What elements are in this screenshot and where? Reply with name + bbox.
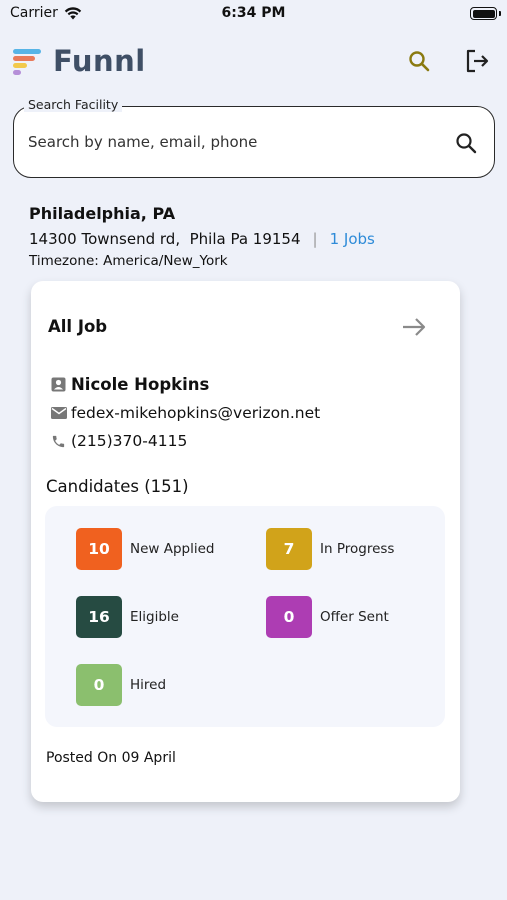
status-bar: Carrier 6:34 PM — [0, 0, 507, 28]
stat-in-progress[interactable]: 7 In Progress — [266, 528, 394, 570]
facility-info: Philadelphia, PA 14300 Townsend rd, Phil… — [29, 204, 375, 269]
stat-offer-sent[interactable]: 0 Offer Sent — [266, 596, 389, 638]
contact-card-icon — [51, 377, 71, 393]
phone-icon — [51, 433, 71, 449]
stat-count-badge: 0 — [76, 664, 122, 706]
contact-email[interactable]: fedex-mikehopkins@verizon.net — [71, 404, 320, 422]
jobs-link[interactable]: 1 Jobs — [330, 230, 375, 248]
contact-name-row: Nicole Hopkins — [51, 375, 209, 394]
stat-label: Offer Sent — [320, 609, 389, 625]
app-name: Funnl — [53, 44, 146, 78]
stat-label: Hired — [130, 677, 167, 693]
open-job-button[interactable] — [400, 315, 428, 339]
search-icon — [456, 133, 477, 154]
stat-count-badge: 10 — [76, 528, 122, 570]
logout-icon — [466, 49, 489, 73]
status-time: 6:34 PM — [221, 5, 286, 21]
search-facility-field: Search Facility — [13, 97, 495, 178]
stat-eligible[interactable]: 16 Eligible — [76, 596, 179, 638]
candidates-label: Candidates (151) — [46, 477, 189, 496]
stat-count-badge: 7 — [266, 528, 312, 570]
app-logo: Funnl — [13, 44, 146, 78]
battery-icon — [470, 7, 497, 20]
stat-count-badge: 16 — [76, 596, 122, 638]
job-card[interactable]: All Job Nicole Hopkins fedex-mikehopkins… — [31, 281, 460, 802]
contact-email-row: fedex-mikehopkins@verizon.net — [51, 404, 320, 422]
contact-phone[interactable]: (215)370-4115 — [71, 432, 187, 450]
facility-address: 14300 Townsend rd, Phila Pa 19154 — [29, 230, 301, 248]
stat-label: In Progress — [320, 541, 395, 557]
search-submit-button[interactable] — [452, 129, 480, 157]
contact-phone-row: (215)370-4115 — [51, 432, 187, 450]
facility-timezone: Timezone: America/New_York — [29, 253, 228, 269]
search-legend: Search Facility — [24, 97, 123, 112]
posted-date: Posted On 09 April — [46, 750, 176, 766]
facility-name: Philadelphia, PA — [29, 204, 176, 223]
stat-count-badge: 0 — [266, 596, 312, 638]
search-icon — [409, 51, 430, 72]
candidate-stats-panel: 10 New Applied 7 In Progress 16 Eligible… — [45, 506, 445, 727]
email-icon — [51, 405, 71, 421]
header-search-button[interactable] — [404, 46, 434, 76]
stat-new-applied[interactable]: 10 New Applied — [76, 528, 215, 570]
search-input[interactable] — [28, 129, 428, 155]
logout-button[interactable] — [462, 46, 492, 76]
stat-label: Eligible — [130, 609, 179, 625]
facility-address-row: 14300 Townsend rd, Phila Pa 19154 | 1 Jo… — [29, 230, 375, 248]
battery-tip — [499, 11, 501, 16]
card-title: All Job — [48, 317, 108, 336]
funnel-logo-icon — [13, 47, 43, 75]
contact-name: Nicole Hopkins — [71, 375, 210, 394]
divider: | — [312, 230, 318, 248]
stat-hired[interactable]: 0 Hired — [76, 664, 166, 706]
arrow-right-icon — [403, 318, 426, 336]
stat-label: New Applied — [130, 541, 215, 557]
